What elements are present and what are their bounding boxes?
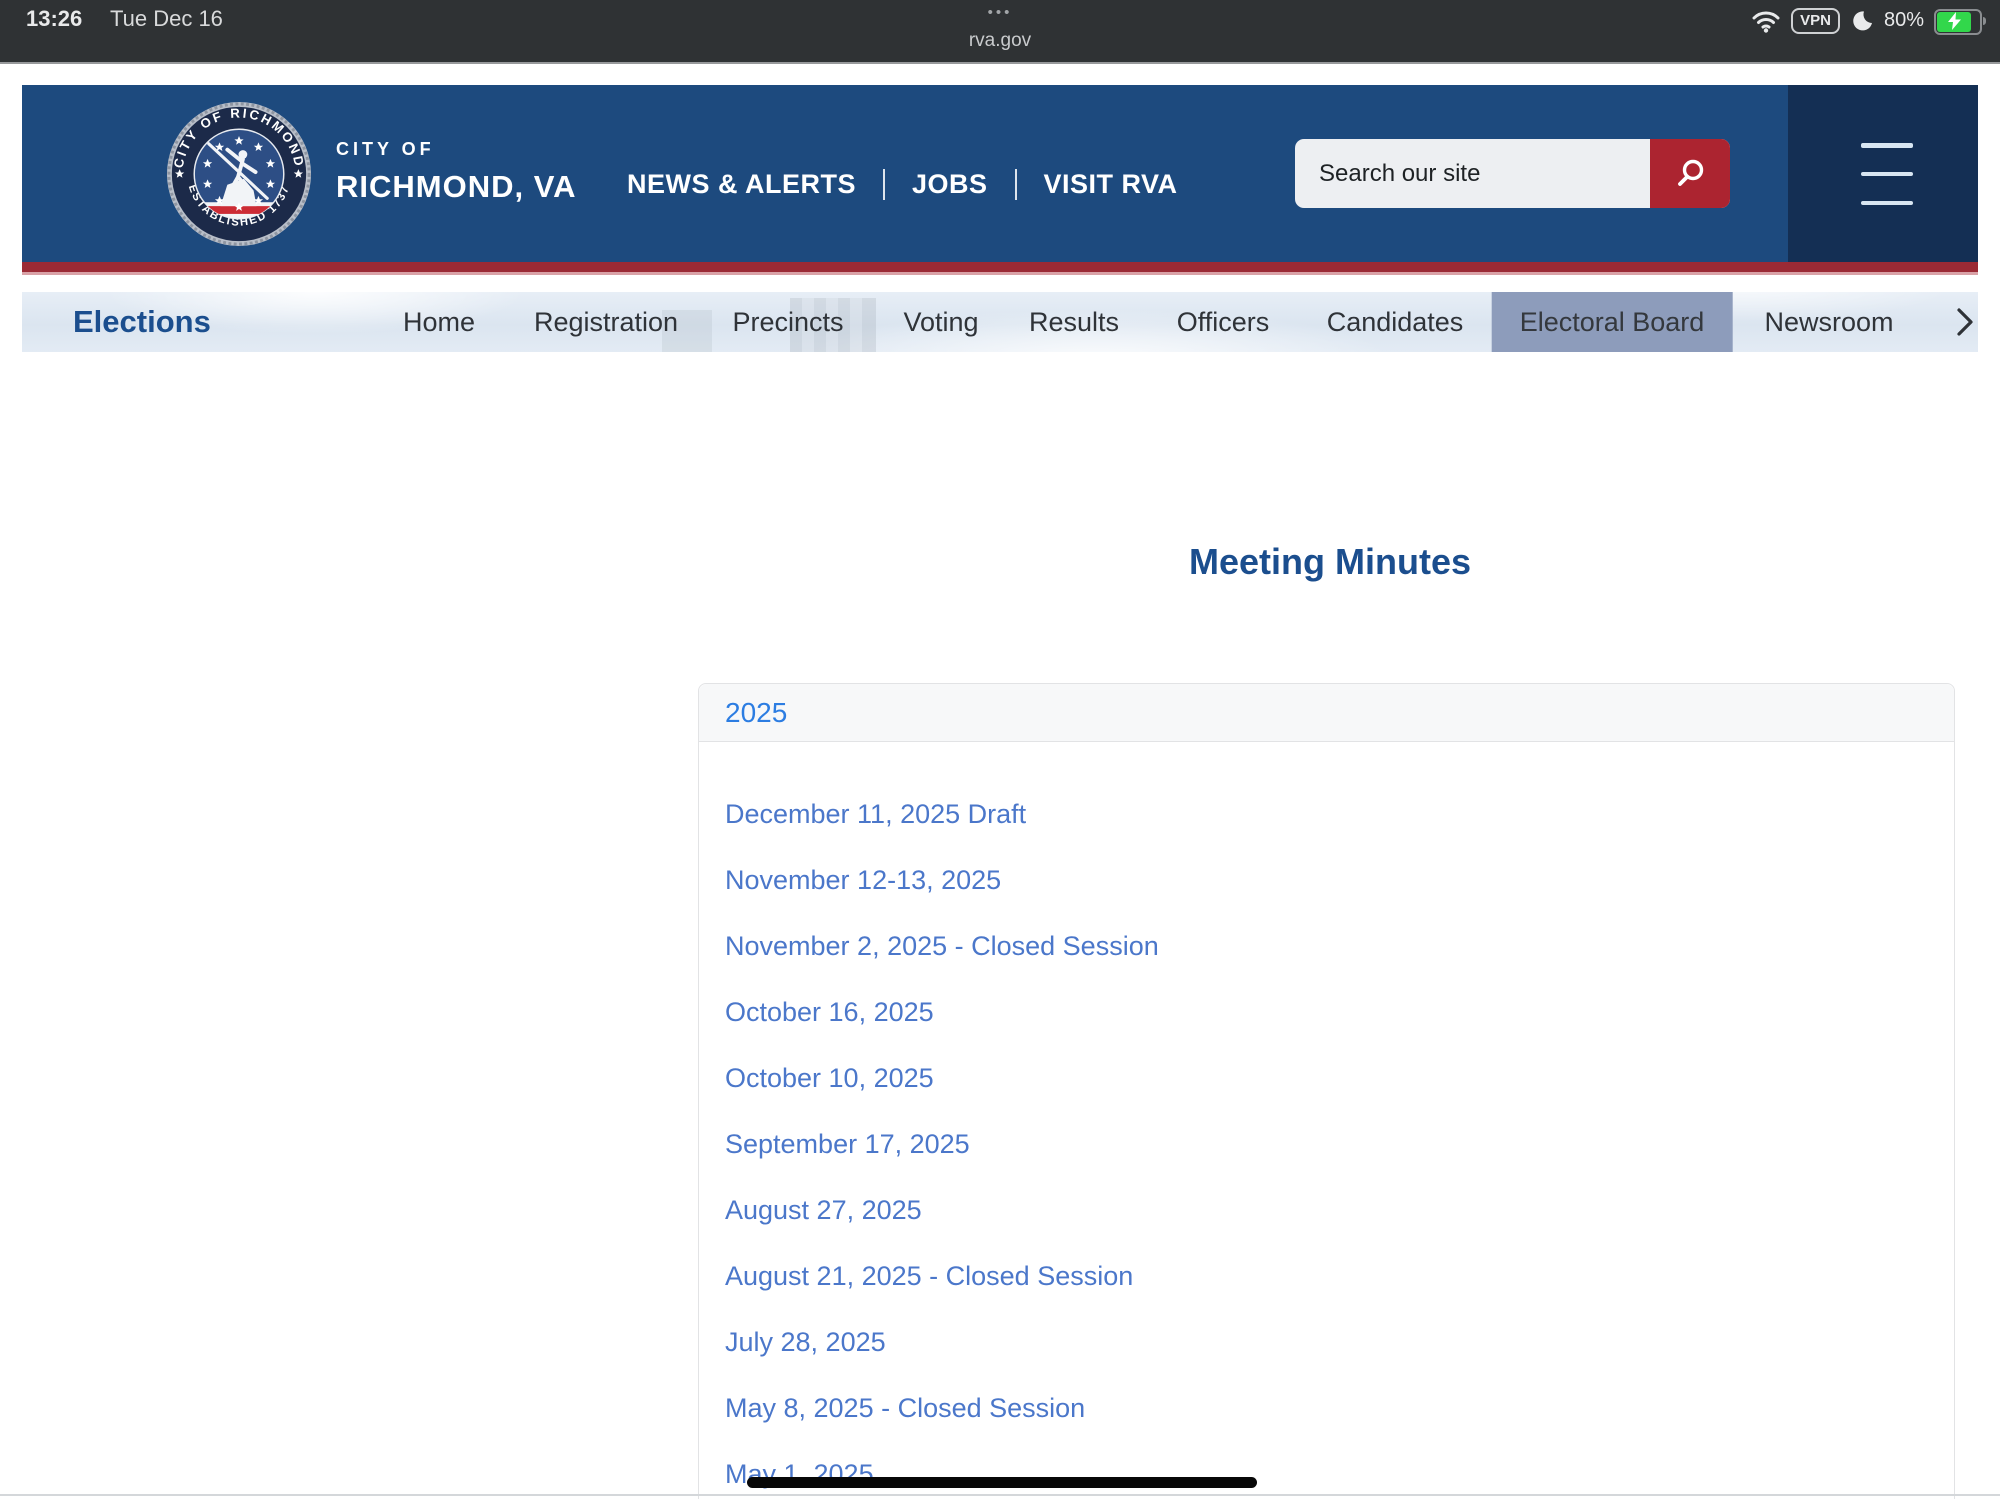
nav-item[interactable]: Voting bbox=[903, 292, 978, 352]
meeting-minutes-link[interactable]: July 28, 2025 bbox=[699, 1309, 1954, 1375]
header-accent-line bbox=[22, 262, 1978, 272]
battery-percent: 80% bbox=[1884, 9, 1924, 32]
header-links: NEWS & ALERTSJOBSVISIT RVA bbox=[627, 167, 1205, 201]
meeting-minutes-link[interactable]: May 1, 2025 bbox=[699, 1441, 1954, 1499]
brand-richmond-va: RICHMOND, VA bbox=[336, 169, 576, 205]
search-input[interactable] bbox=[1317, 159, 1650, 189]
nav-item[interactable]: Candidates bbox=[1327, 292, 1464, 352]
moon-icon bbox=[1850, 9, 1874, 33]
meeting-minutes-link[interactable]: November 2, 2025 - Closed Session bbox=[699, 913, 1954, 979]
header-link[interactable]: VISIT RVA bbox=[1015, 169, 1205, 200]
meeting-minutes-link[interactable]: May 8, 2025 - Closed Session bbox=[699, 1375, 1954, 1441]
year-accordion-header[interactable]: 2025 bbox=[699, 684, 1954, 742]
page-title: Meeting Minutes bbox=[700, 541, 1960, 583]
nav-item[interactable]: Newsroom bbox=[1764, 292, 1893, 352]
status-bar: 13:26 Tue Dec 16 ••• rva.gov VPN 80% bbox=[0, 0, 2000, 64]
site-header: CITY OF RICHMOND ESTABLISHED 1737 bbox=[22, 85, 1978, 262]
hamburger-menu-button[interactable] bbox=[1827, 135, 1947, 213]
search-button[interactable] bbox=[1650, 139, 1730, 208]
nav-item[interactable]: Home bbox=[403, 292, 475, 352]
header-link[interactable]: NEWS & ALERTS bbox=[627, 169, 883, 200]
year-link[interactable]: 2025 bbox=[725, 697, 787, 729]
tab-overflow-dots[interactable]: ••• bbox=[0, 4, 2000, 21]
meeting-minutes-link[interactable]: August 21, 2025 - Closed Session bbox=[699, 1243, 1954, 1309]
city-seal-logo[interactable]: CITY OF RICHMOND ESTABLISHED 1737 bbox=[166, 101, 312, 247]
nav-item[interactable]: Electoral Board bbox=[1492, 292, 1733, 352]
charging-bolt-icon bbox=[1945, 12, 1965, 30]
screen: 13:26 Tue Dec 16 ••• rva.gov VPN 80% bbox=[0, 0, 2000, 1499]
search-icon bbox=[1673, 157, 1707, 191]
nav-item[interactable]: Officers bbox=[1177, 292, 1270, 352]
brand-city-of: CITY OF bbox=[336, 139, 576, 160]
section-nav: Elections HomeRegistrationPrecinctsVotin… bbox=[22, 292, 1978, 352]
status-icons: VPN 80% bbox=[1751, 0, 1982, 70]
meeting-minutes-link[interactable]: August 27, 2025 bbox=[699, 1177, 1954, 1243]
brand-wordmark[interactable]: CITY OF RICHMOND, VA bbox=[336, 139, 576, 205]
minutes-list: December 11, 2025 DraftNovember 12-13, 2… bbox=[699, 742, 1954, 1499]
menu-icon bbox=[1861, 143, 1913, 148]
battery-icon bbox=[1934, 9, 1982, 35]
bottom-divider bbox=[0, 1494, 2000, 1496]
meeting-minutes-link[interactable]: October 16, 2025 bbox=[699, 979, 1954, 1045]
address-url[interactable]: rva.gov bbox=[0, 30, 2000, 52]
wifi-icon bbox=[1751, 10, 1781, 34]
meeting-minutes-link[interactable]: September 17, 2025 bbox=[699, 1111, 1954, 1177]
nav-overflow-chevron-icon[interactable] bbox=[1952, 306, 1978, 338]
vpn-badge: VPN bbox=[1791, 8, 1840, 34]
nav-item[interactable]: Results bbox=[1029, 292, 1119, 352]
home-indicator[interactable] bbox=[747, 1477, 1257, 1488]
header-link[interactable]: JOBS bbox=[883, 169, 1015, 200]
nav-item[interactable]: Registration bbox=[534, 292, 678, 352]
site-search bbox=[1295, 139, 1730, 208]
meeting-minutes-link[interactable]: November 12-13, 2025 bbox=[699, 847, 1954, 913]
nav-items: Home Registration Precincts Voting Results Of… bbox=[22, 292, 1978, 352]
meeting-minutes-link[interactable]: December 11, 2025 Draft bbox=[699, 781, 1954, 847]
meeting-minutes-card: 2025 December 11, 2025 DraftNovember 12-… bbox=[698, 683, 1955, 1499]
nav-item[interactable]: Precincts bbox=[732, 292, 843, 352]
meeting-minutes-link[interactable]: October 10, 2025 bbox=[699, 1045, 1954, 1111]
